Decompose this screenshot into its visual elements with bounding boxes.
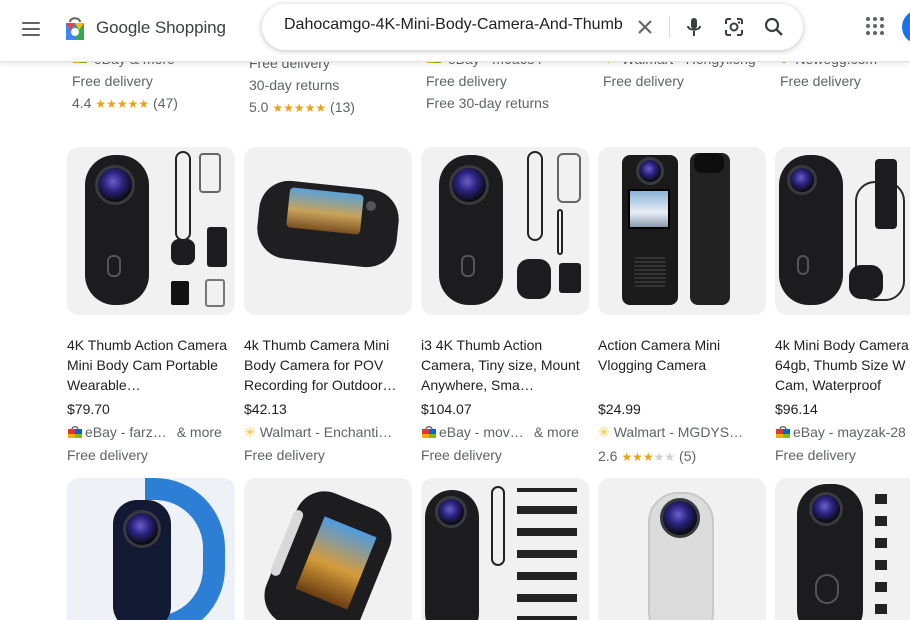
search-divider xyxy=(669,16,670,38)
product-image[interactable] xyxy=(598,478,766,620)
product-price: $24.99 xyxy=(598,401,641,417)
product-card[interactable] xyxy=(598,478,766,620)
product-card[interactable]: Action Camera Mini Vlogging Camera $24.9… xyxy=(598,147,766,468)
microphone-icon[interactable] xyxy=(682,15,706,39)
delivery-text: Free delivery xyxy=(775,447,856,463)
camera-lens-icon[interactable] xyxy=(722,15,746,39)
logo-text: Google Shopping xyxy=(96,18,226,37)
returns-text: 30-day returns xyxy=(249,77,340,93)
rating-line: 4.4 ★★★★★ (47) xyxy=(72,92,232,114)
product-title[interactable]: 4k Thumb Camera Mini Body Camera for POV… xyxy=(244,335,412,395)
seller-name: Walmart - Enchanti… xyxy=(259,424,393,440)
delivery-text: Free delivery xyxy=(244,447,325,463)
product-image[interactable] xyxy=(67,147,235,315)
product-image[interactable] xyxy=(421,147,589,315)
product-price: $96.14 xyxy=(775,401,818,417)
walmart-spark-icon: ✳ xyxy=(244,424,256,440)
product-title[interactable]: 4k Mini Body Camera 64gb, Thumb Size W P… xyxy=(775,335,910,395)
top-bar: Google Shopping Dahocamgo-4K-Mini-Body-C… xyxy=(0,0,910,62)
ebay-bag-icon xyxy=(776,426,790,438)
product-card[interactable] xyxy=(244,478,412,620)
product-card[interactable] xyxy=(775,478,910,620)
google-shopping-logo[interactable]: Google Shopping xyxy=(64,12,226,44)
rating-value: 5.0 xyxy=(249,99,269,115)
product-image[interactable] xyxy=(775,147,910,315)
seller-line: eBay - mayzak-28 xyxy=(775,421,910,443)
review-count: (13) xyxy=(330,99,355,115)
product-title[interactable]: Action Camera Mini Vlogging Camera xyxy=(598,335,766,395)
seller-name: eBay - mayzak-28 xyxy=(793,424,906,440)
seller-line: eBay - farz… & more xyxy=(67,421,235,443)
delivery-text: Free delivery xyxy=(67,447,148,463)
review-count: (5) xyxy=(679,448,697,464)
delivery-text: Free delivery xyxy=(780,73,861,89)
product-price: $42.13 xyxy=(244,401,287,417)
walmart-spark-icon: ✳ xyxy=(598,424,610,440)
product-card[interactable] xyxy=(67,478,235,620)
delivery-text: Free delivery xyxy=(72,73,153,89)
rating-value: 2.6 xyxy=(598,448,618,464)
product-title[interactable]: 4K Thumb Action Camera Mini Body Cam Por… xyxy=(67,335,235,395)
product-image[interactable] xyxy=(598,147,766,315)
review-count: (47) xyxy=(153,95,178,111)
seller-name: Walmart - MGDYS… xyxy=(613,424,744,440)
star-rating-icon: ★★★★★ xyxy=(95,97,150,111)
more-sellers-link[interactable]: & more xyxy=(534,421,579,443)
product-card[interactable]: 4k Thumb Camera Mini Body Camera for POV… xyxy=(244,147,412,466)
hamburger-menu-icon[interactable] xyxy=(20,17,44,41)
product-card[interactable]: i3 4K Thumb Action Camera, Tiny size, Mo… xyxy=(421,147,589,466)
product-card[interactable]: 4k Mini Body Camera 64gb, Thumb Size W P… xyxy=(775,147,910,466)
ebay-bag-icon xyxy=(422,426,436,438)
seller-line: ✳ Walmart - MGDYS… xyxy=(598,421,766,443)
seller-name: eBay - mov… xyxy=(439,424,524,440)
ebay-bag-icon xyxy=(68,426,82,438)
search-icon[interactable] xyxy=(762,15,786,39)
returns-text: Free 30-day returns xyxy=(426,95,549,111)
rating-value: 4.4 xyxy=(72,95,92,111)
shopping-bag-logo-icon xyxy=(66,17,84,40)
rating-line: 5.0 ★★★★★ (13) xyxy=(249,96,409,118)
star-rating-icon: ★★★★★ xyxy=(621,450,676,464)
delivery-text: Free delivery xyxy=(426,73,507,89)
product-title[interactable]: i3 4K Thumb Action Camera, Tiny size, Mo… xyxy=(421,335,589,395)
product-price: $79.70 xyxy=(67,401,110,417)
product-image[interactable] xyxy=(244,478,412,620)
search-input[interactable]: Dahocamgo-4K-Mini-Body-Camera-And-Thumb xyxy=(284,16,624,38)
product-image[interactable] xyxy=(67,478,235,620)
product-price: $104.07 xyxy=(421,401,472,417)
delivery-text: Free delivery xyxy=(603,73,684,89)
seller-line: eBay - mov… & more xyxy=(421,421,589,443)
seller-line: ✳ Walmart - Enchanti… xyxy=(244,421,412,443)
more-sellers-link[interactable]: & more xyxy=(177,421,222,443)
star-rating-icon: ★★★★★ xyxy=(272,101,327,115)
rating-line: 2.6 ★★★★★ (5) xyxy=(598,445,766,468)
search-box: Dahocamgo-4K-Mini-Body-Camera-And-Thumb xyxy=(262,4,803,50)
product-image[interactable] xyxy=(244,147,412,315)
delivery-text: Free delivery xyxy=(421,447,502,463)
product-image[interactable] xyxy=(421,478,589,620)
product-image[interactable] xyxy=(775,478,910,620)
seller-name: eBay - farz… xyxy=(85,424,167,440)
apps-grid-icon[interactable] xyxy=(866,17,886,37)
account-avatar[interactable] xyxy=(902,10,910,44)
close-icon[interactable] xyxy=(633,15,657,39)
product-card[interactable]: 4K Thumb Action Camera Mini Body Cam Por… xyxy=(67,147,235,466)
product-card[interactable] xyxy=(421,478,589,620)
